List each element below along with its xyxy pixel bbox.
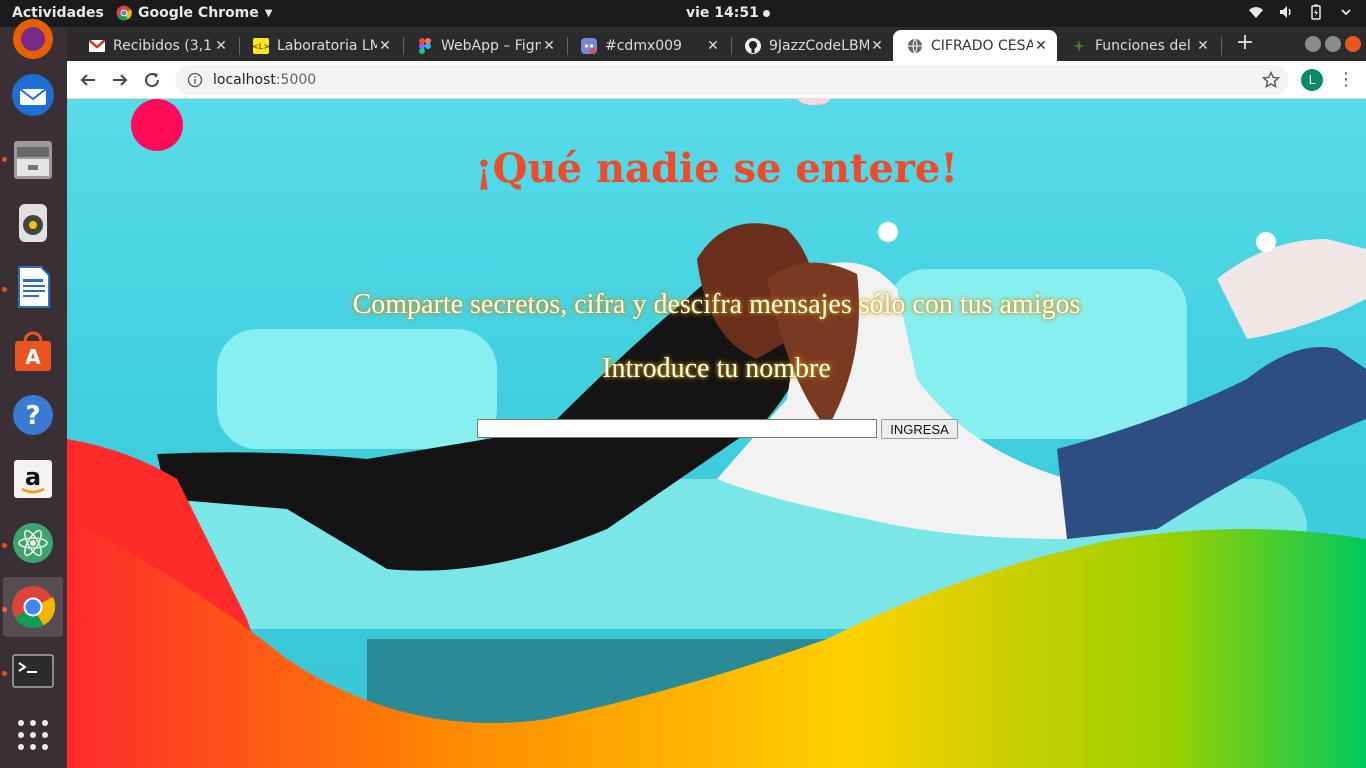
running-indicator xyxy=(2,157,7,162)
decorative-circle xyxy=(878,222,898,242)
tab-gmail[interactable]: Recibidos (3,12 ✕ xyxy=(75,30,237,61)
running-indicator xyxy=(2,671,7,676)
software-center-icon[interactable]: A xyxy=(9,327,57,375)
tab-strip: Recibidos (3,12 ✕ <L> Laboratoria LM ✕ W… xyxy=(67,27,1366,61)
close-icon[interactable]: ✕ xyxy=(541,38,557,54)
running-indicator xyxy=(2,287,7,292)
couch-cushion xyxy=(217,329,497,449)
new-tab-button[interactable]: + xyxy=(1233,32,1257,56)
system-top-bar: Actividades Google Chrome ▼ vie 14:51 xyxy=(0,0,1366,27)
laboratoria-icon: <L> xyxy=(253,37,269,54)
gmail-icon xyxy=(89,38,105,54)
system-tray[interactable] xyxy=(1248,4,1354,20)
terminal-icon[interactable] xyxy=(9,647,57,695)
enter-button[interactable]: INGRESA xyxy=(881,419,958,439)
reload-button[interactable] xyxy=(139,67,165,93)
amazon-icon[interactable]: a xyxy=(9,455,57,503)
chrome-icon[interactable] xyxy=(3,577,63,637)
browser-toolbar: localhost:5000 L ⋮ xyxy=(67,61,1366,99)
clock[interactable]: vie 14:51 xyxy=(686,5,770,21)
tab-separator xyxy=(1221,37,1222,55)
svg-text:<L>: <L> xyxy=(253,42,269,51)
reload-icon xyxy=(145,73,160,88)
close-icon[interactable]: ✕ xyxy=(869,38,885,54)
bookmark-star-icon[interactable] xyxy=(1262,71,1280,89)
svg-text:A: A xyxy=(25,345,41,369)
volume-icon xyxy=(1280,6,1291,18)
running-indicator xyxy=(2,543,7,548)
libreoffice-writer-icon[interactable] xyxy=(9,263,57,311)
globe-icon xyxy=(907,38,923,54)
tab-discord[interactable]: #cdmx009 ✕ xyxy=(567,30,729,61)
close-icon[interactable]: ✕ xyxy=(1195,38,1211,54)
browser-window: Recibidos (3,12 ✕ <L> Laboratoria LM ✕ W… xyxy=(67,27,1366,768)
app-grid-icon[interactable] xyxy=(9,711,57,759)
decorative-circle xyxy=(1256,232,1276,252)
notification-dot xyxy=(762,9,770,17)
forward-button[interactable] xyxy=(107,67,133,93)
discord-icon xyxy=(581,37,597,54)
minimize-button[interactable] xyxy=(1305,36,1321,52)
tab-title: Funciones del xyxy=(1095,37,1191,54)
clock-text: vie 14:51 xyxy=(686,5,759,21)
url-port: :5000 xyxy=(275,72,317,88)
dock: A ? a xyxy=(0,19,67,768)
url-host: localhost xyxy=(213,72,276,88)
name-label: Introduce tu nombre xyxy=(602,353,831,384)
rhythmbox-icon[interactable] xyxy=(9,199,57,247)
files-icon[interactable] xyxy=(9,135,57,183)
figma-icon xyxy=(417,37,433,54)
atom-icon[interactable] xyxy=(9,519,57,567)
address-bar[interactable]: localhost:5000 xyxy=(175,65,1289,95)
decorative-circle xyxy=(798,99,830,105)
page-subtitle: Comparte secretos, cifra y descifra mens… xyxy=(352,289,1081,320)
forward-arrow-icon xyxy=(113,74,128,86)
app-menu-label: Google Chrome xyxy=(138,5,259,21)
close-icon[interactable]: ✕ xyxy=(1033,38,1049,54)
tab-title: 9JazzCodeLBM xyxy=(769,37,869,54)
chevron-down-icon: ▼ xyxy=(264,7,273,19)
close-icon[interactable]: ✕ xyxy=(377,38,393,54)
close-window-button[interactable] xyxy=(1345,36,1361,52)
maximize-button[interactable] xyxy=(1325,36,1341,52)
github-icon xyxy=(745,37,761,54)
tab-title: Laboratoria LM xyxy=(277,37,377,54)
tab-github[interactable]: 9JazzCodeLBM ✕ xyxy=(731,30,893,61)
page-viewport: ¡Qué nadie se entere! Comparte secretos,… xyxy=(67,99,1366,768)
tab-cifrado-cesar[interactable]: CIFRADO CÉSA ✕ xyxy=(893,30,1057,61)
browser-menu-icon[interactable]: ⋮ xyxy=(1337,69,1355,91)
profile-avatar[interactable]: L xyxy=(1301,69,1323,91)
page-title: ¡Qué nadie se entere! xyxy=(475,145,958,192)
tab-title: Recibidos (3,12 xyxy=(113,37,213,54)
name-input[interactable] xyxy=(477,419,877,438)
back-button[interactable] xyxy=(75,67,101,93)
svg-text:?: ? xyxy=(25,401,40,431)
close-icon[interactable]: ✕ xyxy=(705,38,721,54)
help-icon[interactable]: ? xyxy=(9,391,57,439)
firefox-icon[interactable] xyxy=(9,15,57,63)
tab-figma[interactable]: WebApp – Figm ✕ xyxy=(403,30,565,61)
wifi-icon xyxy=(1249,7,1263,18)
tab-title: #cdmx009 xyxy=(605,37,682,54)
power-menu-icon xyxy=(1341,9,1351,16)
battery-icon xyxy=(1311,4,1321,20)
tab-title: CIFRADO CÉSA xyxy=(931,37,1033,54)
svg-text:a: a xyxy=(25,463,41,491)
back-arrow-icon xyxy=(80,74,95,86)
page-icon xyxy=(1071,38,1087,54)
info-icon xyxy=(187,72,203,88)
app-menu[interactable]: Google Chrome ▼ xyxy=(116,5,272,21)
tab-funciones[interactable]: Funciones del ✕ xyxy=(1057,30,1219,61)
decorative-circle xyxy=(131,99,183,151)
thunderbird-icon[interactable] xyxy=(9,71,57,119)
close-icon[interactable]: ✕ xyxy=(213,38,229,54)
tab-title: WebApp – Figm xyxy=(441,37,541,54)
chrome-icon xyxy=(116,5,132,21)
tab-laboratoria[interactable]: <L> Laboratoria LM ✕ xyxy=(239,30,401,61)
